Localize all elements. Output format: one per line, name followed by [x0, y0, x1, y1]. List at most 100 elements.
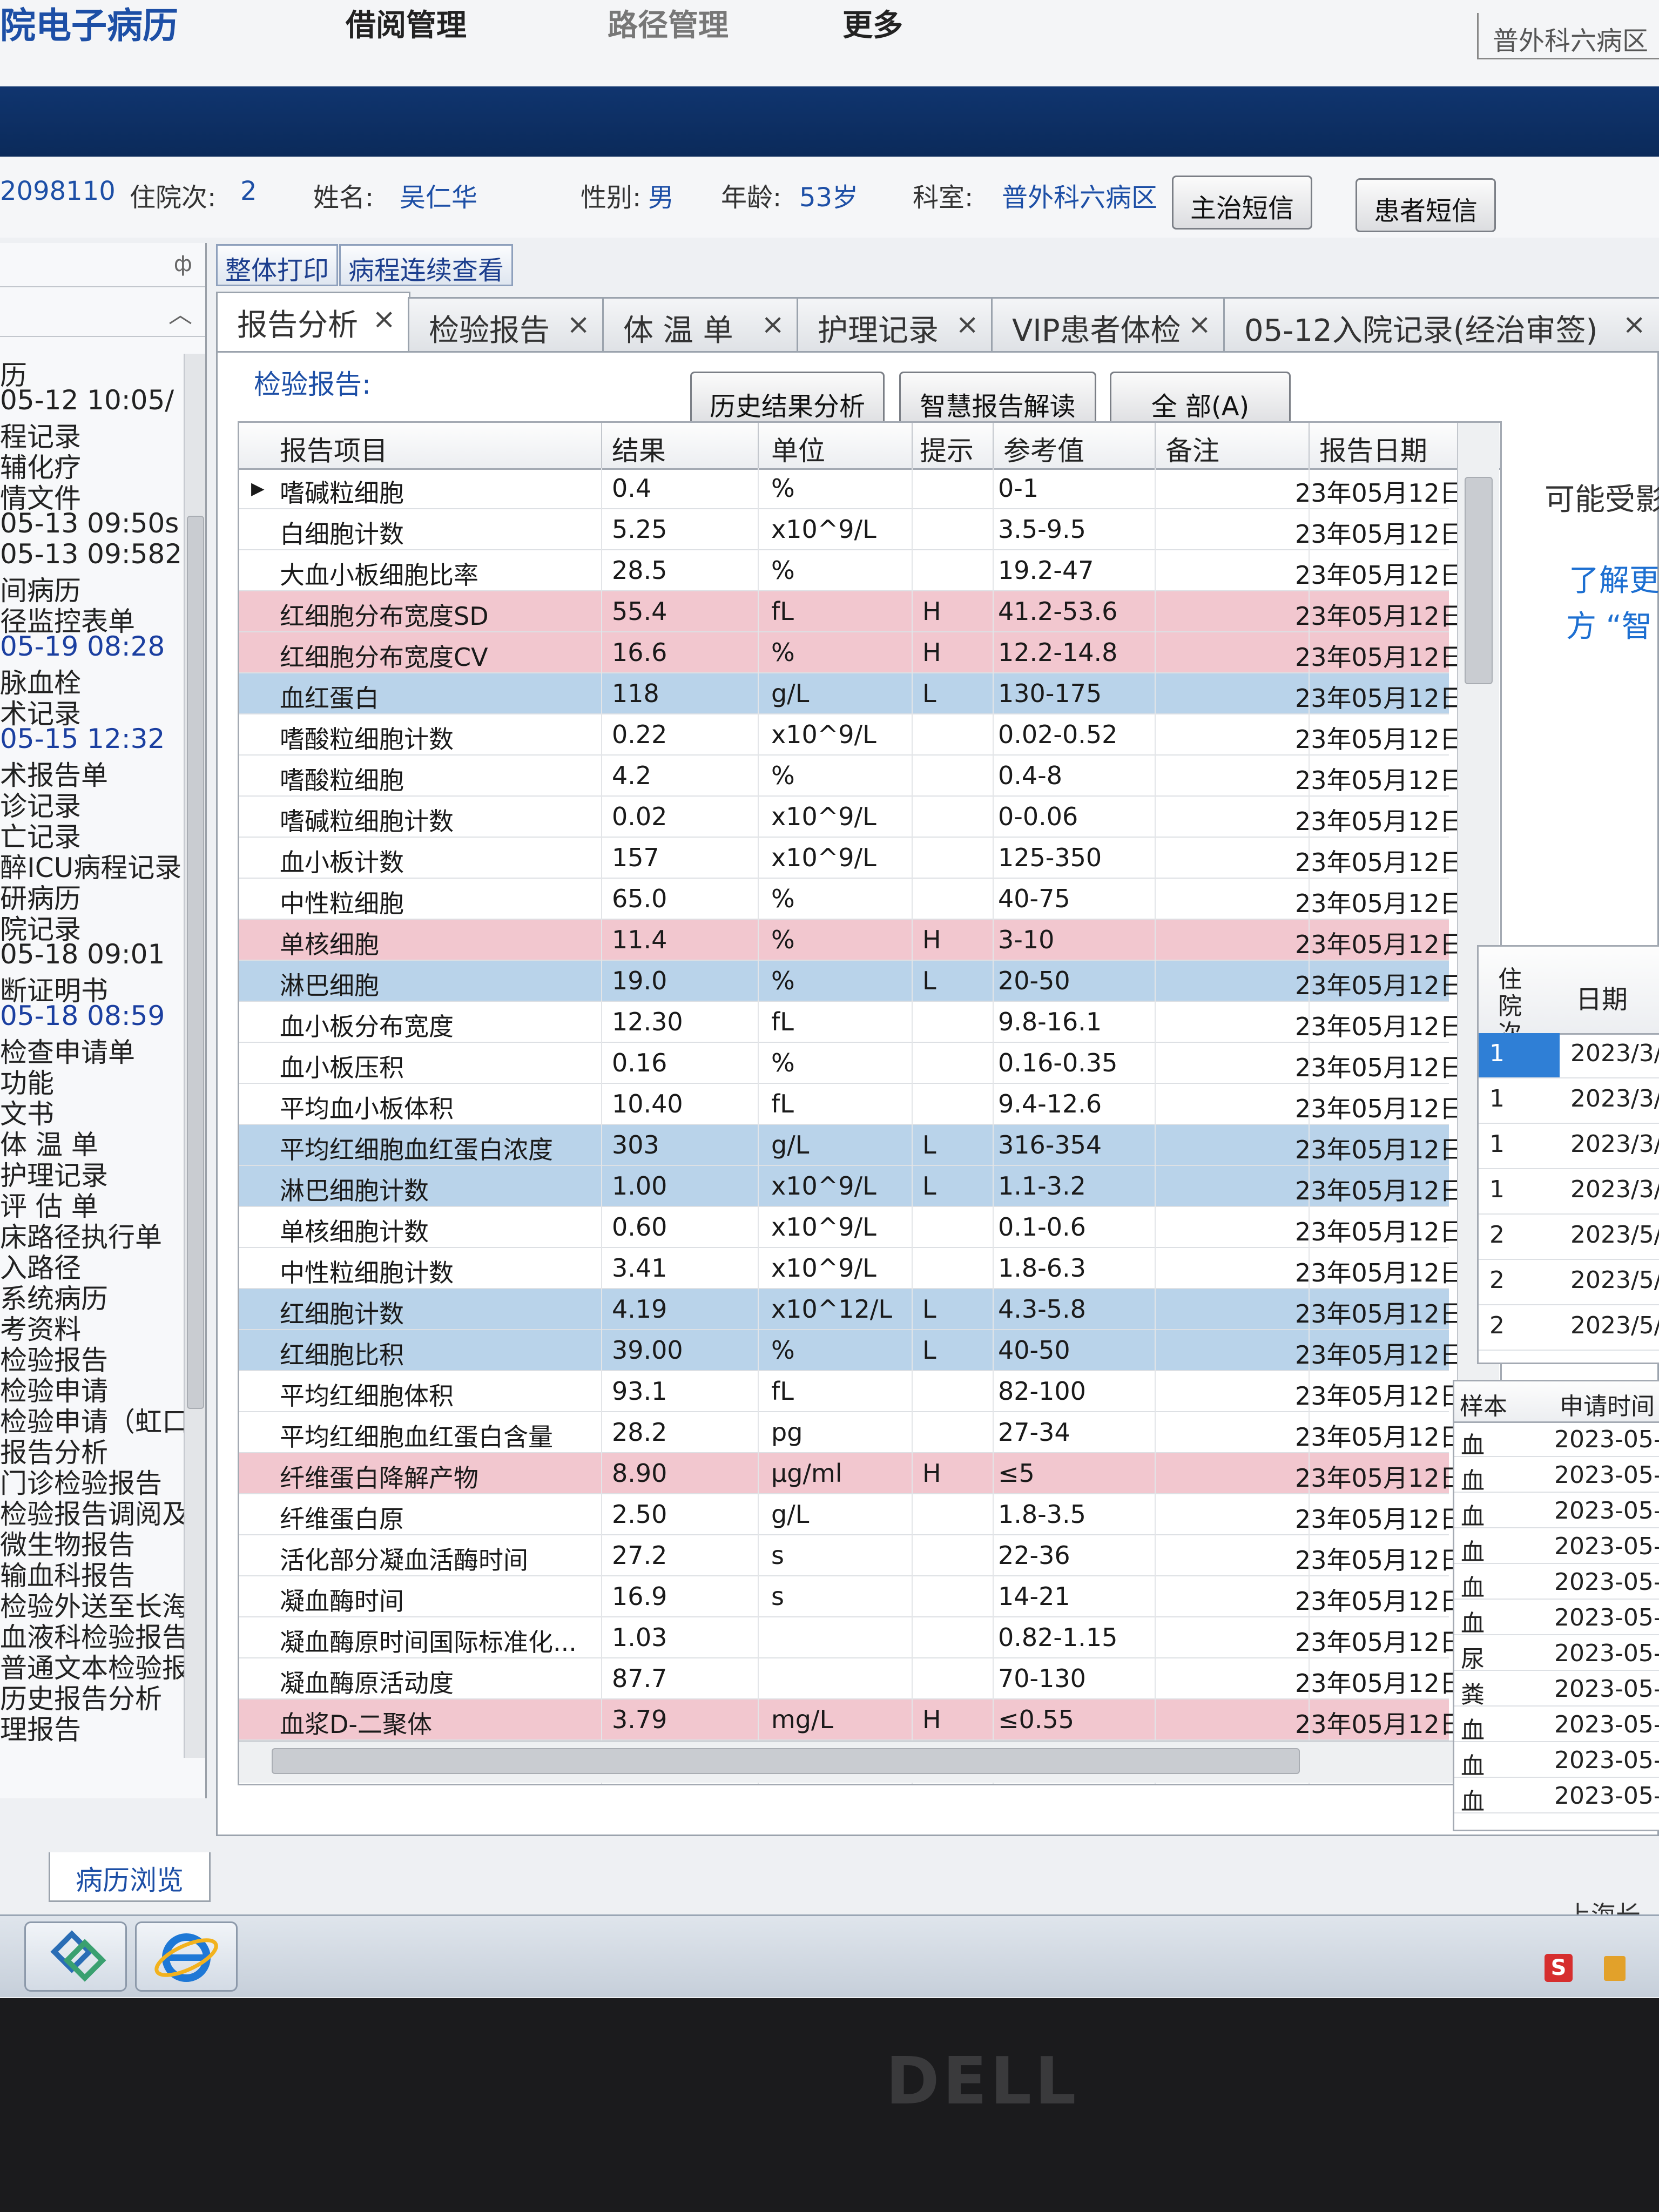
record-browse-tab[interactable]: 病历浏览: [49, 1852, 211, 1902]
table-row[interactable]: 淋巴细胞 19.0% L 20-50 23年05月12日: [239, 961, 1465, 1002]
table-row[interactable]: 血小板计数 157 x10^9/L 125-350 23年05月12日: [239, 838, 1465, 879]
tree-item[interactable]: 理报告: [0, 1708, 81, 1747]
table-row[interactable]: 嗜酸粒细胞 4.2% 0.4-8 23年05月12日: [239, 756, 1465, 797]
grid-vertical-thumb[interactable]: [1465, 477, 1493, 684]
tray-shield-icon[interactable]: [1604, 1956, 1626, 1981]
table-row[interactable]: 红细胞分布宽度SD 55.4 fL H 41.2-53.6 23年05月12日: [239, 591, 1465, 632]
table-row[interactable]: 平均红细胞血红蛋白含量 28.2 pg 27-34 23年05月12日: [239, 1412, 1465, 1453]
table-row[interactable]: 平均红细胞体积 93.1 fL 82-100 23年05月12日: [239, 1371, 1465, 1412]
table-row[interactable]: 红细胞计数 4.19 x10^12/L L 4.3-5.8 23年05月12日: [239, 1289, 1465, 1330]
menu-pathway-management[interactable]: 路径管理: [608, 1, 729, 45]
tree-item[interactable]: 05-13 09:582: [0, 538, 182, 570]
table-row[interactable]: 活化部分凝血活酶时间 27.2 s 22-36 23年05月12日: [239, 1535, 1465, 1576]
ward-selector[interactable]: 普外科六病区: [1477, 13, 1659, 59]
menu-more[interactable]: 更多: [842, 1, 903, 45]
sample-row[interactable]: 血 2023-05-1: [1454, 1493, 1659, 1530]
table-row[interactable]: 单核细胞计数 0.60 x10^9/L 0.1-0.6 23年05月12日: [239, 1207, 1465, 1248]
tab-5[interactable]: 05-12入院记录(经治审签) ×: [1223, 297, 1659, 351]
table-row[interactable]: 平均血小板体积 10.40 fL 9.4-12.6 23年05月12日: [239, 1084, 1465, 1125]
input-method-icon[interactable]: S: [1545, 1954, 1573, 1982]
sample-row[interactable]: 血 2023-05-1: [1454, 1528, 1659, 1566]
sample-row[interactable]: 血 2023-05-: [1454, 1421, 1659, 1459]
table-row[interactable]: 血红蛋白 118 g/L L 130-175 23年05月12日: [239, 673, 1465, 714]
col-flag[interactable]: 提示: [920, 429, 974, 468]
close-icon[interactable]: ×: [955, 308, 979, 341]
app-shortcut-icon[interactable]: [24, 1921, 127, 1992]
table-row[interactable]: 凝血酶原时间国际标准化... 1.03 0.82-1.15 23年05月12日: [239, 1617, 1465, 1658]
close-icon[interactable]: ×: [567, 308, 590, 341]
sample-row[interactable]: 血 2023-05-13: [1454, 1742, 1659, 1780]
tree-item[interactable]: 05-19 08:28: [0, 631, 165, 662]
table-row[interactable]: 红细胞分布宽度CV 16.6% H 12.2-14.8 23年05月12日: [239, 632, 1465, 673]
table-row[interactable]: 嗜酸粒细胞计数 0.22 x10^9/L 0.02-0.52 23年05月12日: [239, 714, 1465, 756]
pin-icon[interactable]: ф: [174, 252, 192, 276]
learn-more-link[interactable]: 了解更: [1569, 556, 1659, 600]
sample-row[interactable]: 血 2023-05-1: [1454, 1600, 1659, 1637]
col-visit-date[interactable]: 日期: [1576, 978, 1628, 1016]
table-row[interactable]: 大血小板细胞比率 28.5% 19.2-47 23年05月12日: [239, 550, 1465, 591]
grid-horizontal-scrollbar[interactable]: [239, 1741, 1500, 1783]
tab-2[interactable]: 体 温 单 ×: [602, 297, 799, 351]
table-row[interactable]: 淋巴细胞计数 1.00 x10^9/L L 1.1-3.2 23年05月12日: [239, 1166, 1465, 1207]
doctor-sms-button[interactable]: 主治短信: [1172, 176, 1312, 230]
tab-3[interactable]: 护理记录 ×: [797, 297, 994, 351]
sample-row[interactable]: 尿 2023-05-1: [1454, 1635, 1659, 1673]
tree-item[interactable]: 05-15 12:32: [0, 723, 165, 754]
table-row[interactable]: 平均红细胞血红蛋白浓度 303 g/L L 316-354 23年05月12日: [239, 1125, 1465, 1166]
visit-row[interactable]: 1 2023/3/2: [1479, 1124, 1659, 1169]
visit-row[interactable]: 2 2023/5/1: [1479, 1215, 1659, 1260]
menu-borrow-management[interactable]: 借阅管理: [346, 1, 467, 45]
visit-row[interactable]: 1 2023/3/2: [1479, 1033, 1659, 1078]
table-row[interactable]: 纤维蛋白降解产物 8.90 μg/ml H ≤5 23年05月12日: [239, 1453, 1465, 1494]
col-result[interactable]: 结果: [612, 429, 666, 468]
sample-row[interactable]: 血 2023-05-: [1454, 1457, 1659, 1495]
col-report-date[interactable]: 报告日期: [1319, 429, 1427, 468]
visit-row[interactable]: 2 2023/5/16: [1479, 1260, 1659, 1305]
tree-item[interactable]: 05-12 10:05/: [0, 385, 174, 416]
chevron-up-icon[interactable]: ︿: [168, 295, 192, 329]
col-item[interactable]: 报告项目: [280, 429, 388, 468]
table-row[interactable]: 纤维蛋白原 2.50 g/L 1.8-3.5 23年05月12日: [239, 1494, 1465, 1535]
tab-0[interactable]: 报告分析 ×: [216, 292, 410, 352]
table-row[interactable]: 血小板压积 0.16% 0.16-0.35 23年05月12日: [239, 1043, 1465, 1084]
visit-row[interactable]: 1 2023/3/2: [1479, 1078, 1659, 1124]
table-row[interactable]: 凝血酶原活动度 87.7 70-130 23年05月12日: [239, 1658, 1465, 1700]
tab-1[interactable]: 检验报告 ×: [408, 297, 605, 351]
tree-scrollbar-thumb[interactable]: [187, 516, 204, 1409]
close-icon[interactable]: ×: [761, 308, 785, 341]
internet-explorer-icon[interactable]: [135, 1921, 238, 1992]
sample-row[interactable]: 血 2023-05-1: [1454, 1564, 1659, 1602]
col-request-time[interactable]: 申请时间: [1560, 1387, 1655, 1421]
sample-row[interactable]: 粪 2023-05-1: [1454, 1671, 1659, 1709]
close-icon[interactable]: ×: [372, 303, 396, 335]
tree-item[interactable]: 05-18 09:01: [0, 939, 165, 970]
print-all-button[interactable]: 整体打印: [216, 244, 339, 286]
sample-row[interactable]: 血 2023-05-12: [1454, 1707, 1659, 1744]
course-continuous-view-button[interactable]: 病程连续查看: [339, 244, 514, 286]
col-unit[interactable]: 单位: [771, 429, 825, 468]
table-row[interactable]: 凝血酶时间 16.9 s 14-21 23年05月12日: [239, 1576, 1465, 1617]
visit-row[interactable]: 1 2023/3/2: [1479, 1169, 1659, 1215]
tab-4[interactable]: VIP患者体检 ×: [991, 297, 1226, 351]
table-row[interactable]: 血小板分布宽度 12.30 fL 9.8-16.1 23年05月12日: [239, 1002, 1465, 1043]
table-row[interactable]: 中性粒细胞计数 3.41 x10^9/L 1.8-6.3 23年05月12日: [239, 1248, 1465, 1289]
tree-item[interactable]: 05-18 08:59: [0, 1000, 165, 1031]
tree-scrollbar[interactable]: [184, 354, 205, 1758]
grid-horizontal-thumb[interactable]: [272, 1748, 1300, 1774]
col-sample[interactable]: 样本: [1460, 1387, 1507, 1421]
table-row[interactable]: 血浆D-二聚体 3.79 mg/L H ≤0.55 23年05月12日: [239, 1700, 1465, 1741]
table-row[interactable]: 中性粒细胞 65.0% 40-75 23年05月12日: [239, 879, 1465, 920]
table-row[interactable]: 红细胞比积 39.00% L 40-50 23年05月12日: [239, 1330, 1465, 1371]
table-row[interactable]: 嗜碱粒细胞计数 0.02 x10^9/L 0-0.06 23年05月12日: [239, 797, 1465, 838]
visit-row[interactable]: 2 2023/5/18: [1479, 1305, 1659, 1351]
table-row[interactable]: 白细胞计数 5.25 x10^9/L 3.5-9.5 23年05月12日: [239, 509, 1465, 550]
col-remark[interactable]: 备注: [1165, 429, 1219, 468]
tree-item[interactable]: 05-13 09:50s: [0, 508, 179, 539]
close-icon[interactable]: ×: [1622, 308, 1646, 341]
table-row[interactable]: ▶ 嗜碱粒细胞 0.4% 0-1 23年05月12日: [239, 468, 1465, 509]
sample-row[interactable]: 血 2023-05-15: [1454, 1778, 1659, 1816]
close-icon[interactable]: ×: [1188, 308, 1211, 341]
patient-sms-button[interactable]: 患者短信: [1355, 178, 1496, 232]
col-reference[interactable]: 参考值: [1003, 429, 1084, 468]
table-row[interactable]: 单核细胞 11.4% H 3-10 23年05月12日: [239, 920, 1465, 961]
